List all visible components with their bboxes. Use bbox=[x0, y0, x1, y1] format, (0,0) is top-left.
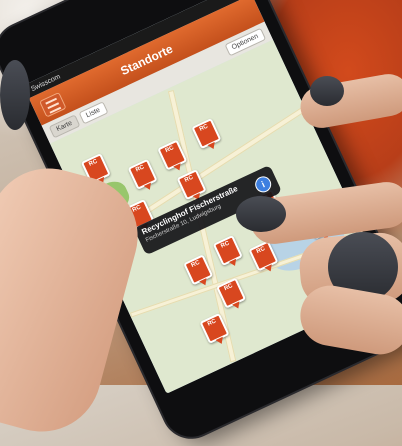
recycling-marker[interactable]: RC bbox=[212, 234, 243, 267]
recycling-marker[interactable]: RC bbox=[127, 158, 158, 190]
thumbnail bbox=[0, 60, 30, 130]
menu-button[interactable] bbox=[39, 91, 67, 118]
fingernail bbox=[236, 196, 286, 232]
recycling-marker[interactable]: RC bbox=[191, 118, 222, 150]
fingernail bbox=[310, 76, 344, 106]
